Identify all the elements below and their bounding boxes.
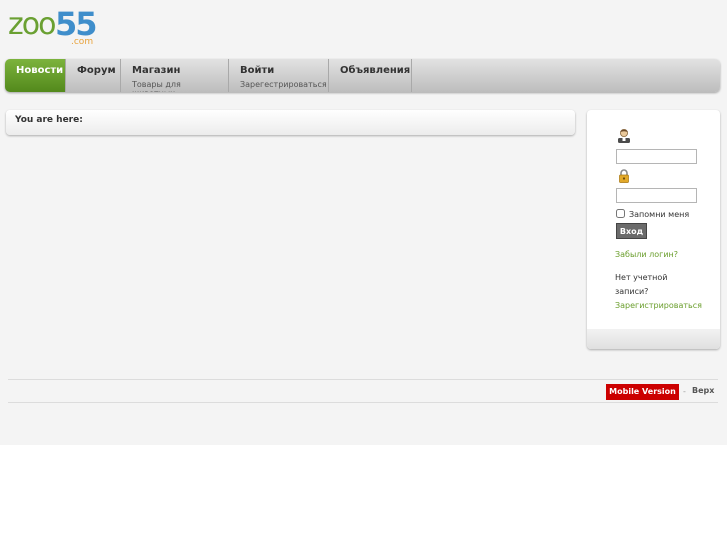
main-nav: Новости Форум Магазин Товары для животны… [5, 59, 720, 92]
breadcrumb-label: You are here: [15, 115, 83, 125]
lock-icon [619, 169, 629, 183]
login-module-footer [587, 329, 720, 349]
footer-divider-bottom [8, 402, 718, 403]
logo-text: zoo [8, 7, 56, 42]
back-to-top-link[interactable]: Верх [692, 386, 714, 395]
logo-domain: .com [71, 37, 94, 47]
register-link[interactable]: Зарегистрироваться [615, 299, 705, 313]
remember-checkbox[interactable] [616, 209, 625, 218]
user-icon [618, 129, 630, 143]
nav-item-label: Войти [240, 65, 275, 76]
nav-item-login[interactable]: Войти Зарегестрироваться [229, 59, 329, 92]
footer-divider-top [8, 379, 718, 380]
nav-item-label: Новости [16, 65, 64, 76]
nav-item-label: Объявления [340, 65, 411, 76]
nav-item-label: Магазин [132, 65, 181, 76]
nav-item-ads[interactable]: Объявления [329, 59, 412, 92]
page-background: zoo 55 .com Новости Форум Магазин Товары… [0, 0, 727, 445]
nav-item-label: Форум [77, 65, 116, 76]
nav-item-forum[interactable]: Форум [66, 59, 121, 92]
nav-item-subtitle: Зарегестрироваться [240, 80, 327, 89]
no-account-text: Нет учетной записи? [615, 273, 668, 296]
remember-me[interactable]: Запомни меня [616, 209, 689, 219]
login-module: Запомни меня Вход Забыли логин? Нет учет… [587, 110, 720, 349]
mobile-version-button[interactable]: Mobile Version [606, 384, 679, 400]
footer-separator: - [683, 387, 686, 396]
password-field[interactable] [616, 188, 697, 203]
remember-label: Запомни меня [629, 210, 690, 219]
forgot-login-link[interactable]: Забыли логин? [615, 250, 678, 259]
nav-item-news[interactable]: Новости [5, 59, 66, 92]
login-button[interactable]: Вход [616, 223, 647, 239]
nav-item-shop[interactable]: Магазин Товары для животных [121, 59, 229, 92]
breadcrumb: You are here: [6, 110, 575, 135]
username-field[interactable] [616, 149, 697, 164]
logo-number: 55 [55, 5, 98, 43]
nav-item-subtitle: Товары для животных [132, 80, 181, 92]
site-logo[interactable]: zoo 55 .com [8, 8, 98, 48]
